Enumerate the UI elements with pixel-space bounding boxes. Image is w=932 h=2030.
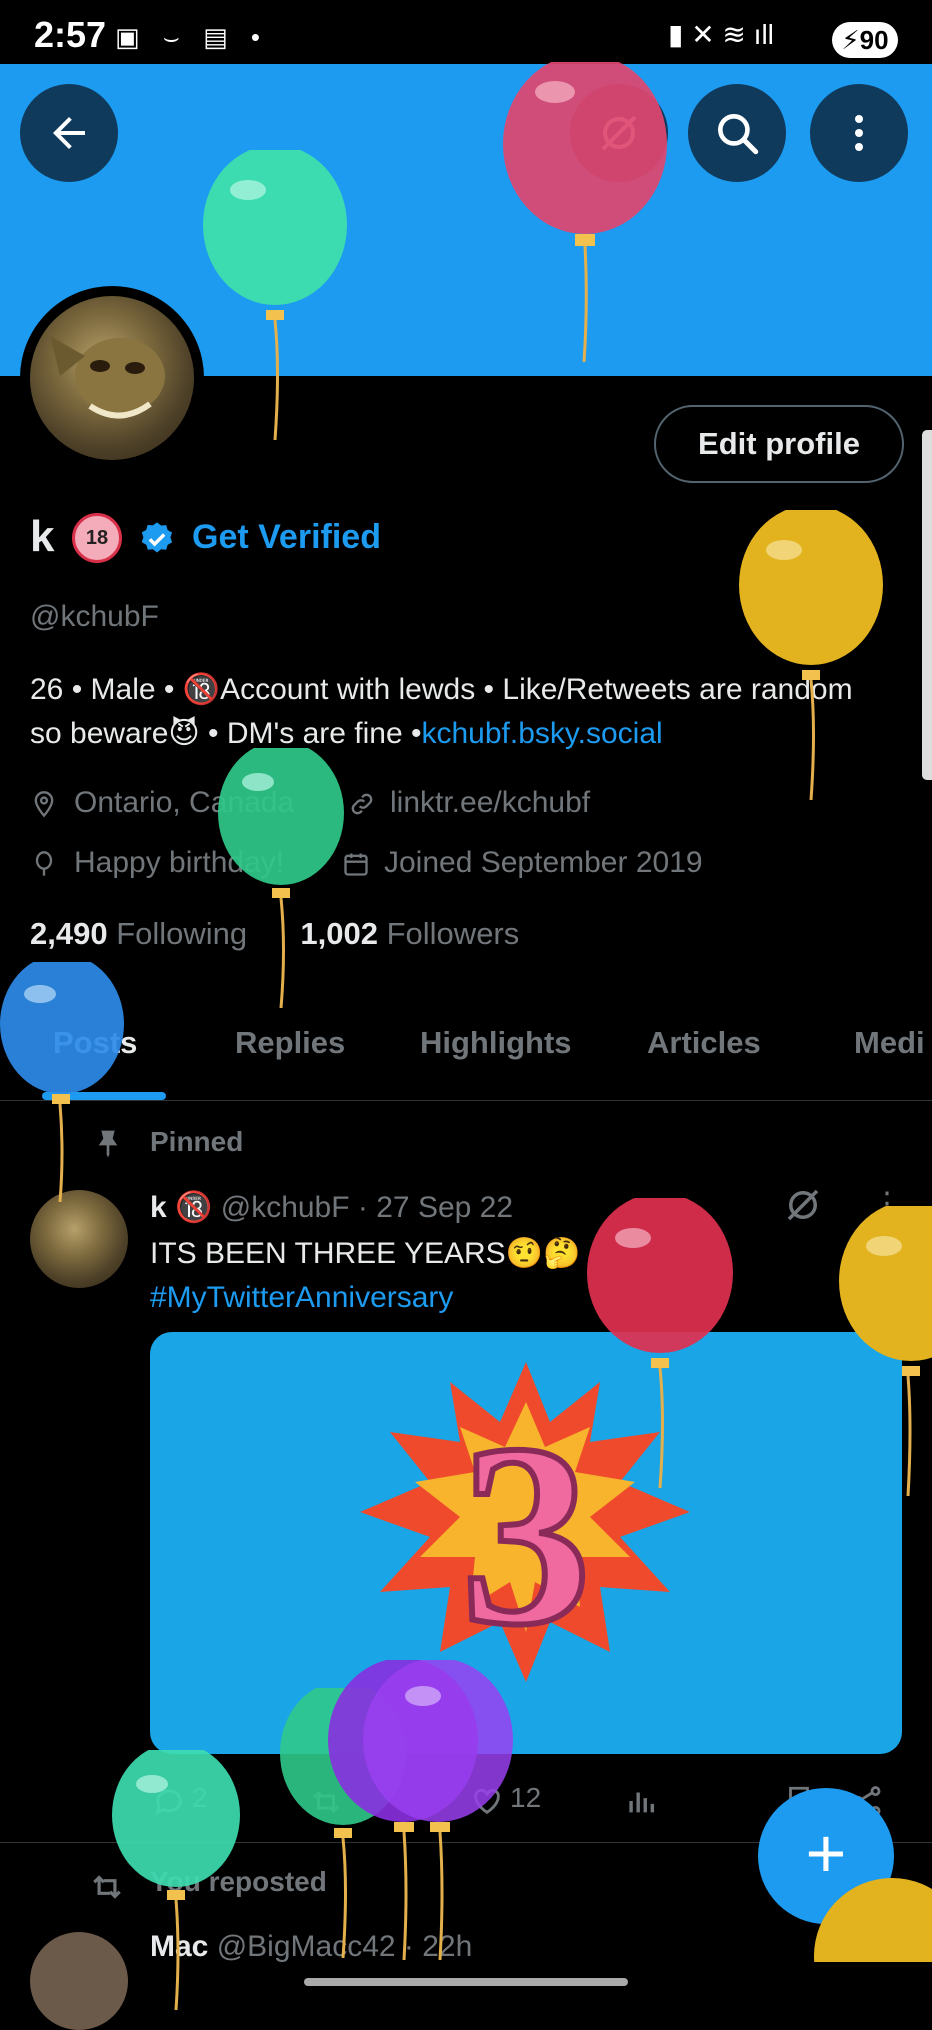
joined-date: Joined September 2019 xyxy=(384,846,703,879)
more-button[interactable] xyxy=(810,84,908,182)
tweet-media-image[interactable]: 3 xyxy=(150,1332,902,1754)
followers-label: Followers xyxy=(386,916,520,951)
profile-website[interactable]: linktr.ee/kchubf xyxy=(390,786,590,820)
balloon-yellow-2 xyxy=(839,1206,932,1496)
avatar-image xyxy=(50,336,165,419)
tweet-author-name[interactable]: k xyxy=(150,1191,167,1224)
tweet-author-badge: 🔞 xyxy=(175,1191,213,1224)
tweet-body: ITS BEEN THREE YEARS🤨🤔 xyxy=(150,1237,581,1270)
bio-link[interactable]: kchubf.bsky.social xyxy=(421,717,662,750)
tab-media[interactable]: Medi xyxy=(854,1025,925,1061)
media-number: 3 xyxy=(461,1391,591,1679)
age-badge: 18 xyxy=(72,513,122,563)
battery-level: 90 xyxy=(859,25,889,55)
balloon-blue xyxy=(0,962,124,1202)
balloon-green-4 xyxy=(112,1750,240,2010)
edit-profile-button[interactable]: Edit profile xyxy=(654,405,904,483)
tweet-date: · 27 Sep 22 xyxy=(357,1191,514,1224)
scroll-indicator xyxy=(922,430,932,780)
tweet-header: k 🔞 @kchubF · 27 Sep 22 xyxy=(150,1190,513,1225)
search-icon xyxy=(718,114,759,155)
battery-indicator: ⚡90 xyxy=(832,22,898,58)
back-button[interactable] xyxy=(20,84,118,182)
balloon-icon xyxy=(35,851,53,876)
balloon-green-2 xyxy=(218,748,344,1008)
arrow-left-icon xyxy=(53,117,85,149)
views-icon[interactable] xyxy=(624,1784,658,1818)
search-button[interactable] xyxy=(688,84,786,182)
link-icon xyxy=(351,793,373,815)
balloon-green xyxy=(203,150,347,440)
home-indicator xyxy=(304,1978,628,1986)
anniversary-graphic: 3 xyxy=(360,1362,690,1682)
calendar-icon xyxy=(344,853,368,876)
tweet-hashtag[interactable]: #MyTwitterAnniversary xyxy=(150,1276,580,1320)
tweet-text: ITS BEEN THREE YEARS🤨🤔 #MyTwitterAnniver… xyxy=(150,1232,580,1320)
balloon-purple xyxy=(328,1660,513,1960)
more-vertical-icon xyxy=(855,115,863,151)
tweet-author-handle[interactable]: @kchubF xyxy=(221,1191,350,1224)
tweet-avatar[interactable] xyxy=(30,1190,128,1288)
tab-articles[interactable]: Articles xyxy=(647,1025,761,1061)
location-icon xyxy=(34,791,54,818)
following-count: 2,490 xyxy=(30,916,108,951)
balloon-red-2 xyxy=(587,1198,733,1488)
status-system-icons: ▮ ✕ ≋ ıll xyxy=(668,19,774,50)
grok-icon[interactable] xyxy=(782,1184,824,1226)
profile-avatar[interactable] xyxy=(30,296,194,460)
verified-badge-icon xyxy=(141,522,173,553)
balloon-yellow-3 xyxy=(814,1878,932,1962)
following-link[interactable]: 2,490 Following xyxy=(30,916,247,951)
status-time: 2:57 xyxy=(34,14,107,55)
profile-name: k xyxy=(30,512,55,561)
get-verified-link[interactable]: Get Verified xyxy=(192,518,381,557)
tab-highlights[interactable]: Highlights xyxy=(420,1025,572,1061)
profile-handle: @kchubF xyxy=(30,600,159,633)
tab-replies[interactable]: Replies xyxy=(235,1025,345,1061)
tabs-divider xyxy=(0,1100,932,1101)
balloon-red xyxy=(503,62,667,362)
balloon-yellow xyxy=(739,510,883,800)
pinned-label: Pinned xyxy=(150,1126,244,1157)
status-notification-icons: ▣ ⌣ ▤ • xyxy=(115,22,269,52)
